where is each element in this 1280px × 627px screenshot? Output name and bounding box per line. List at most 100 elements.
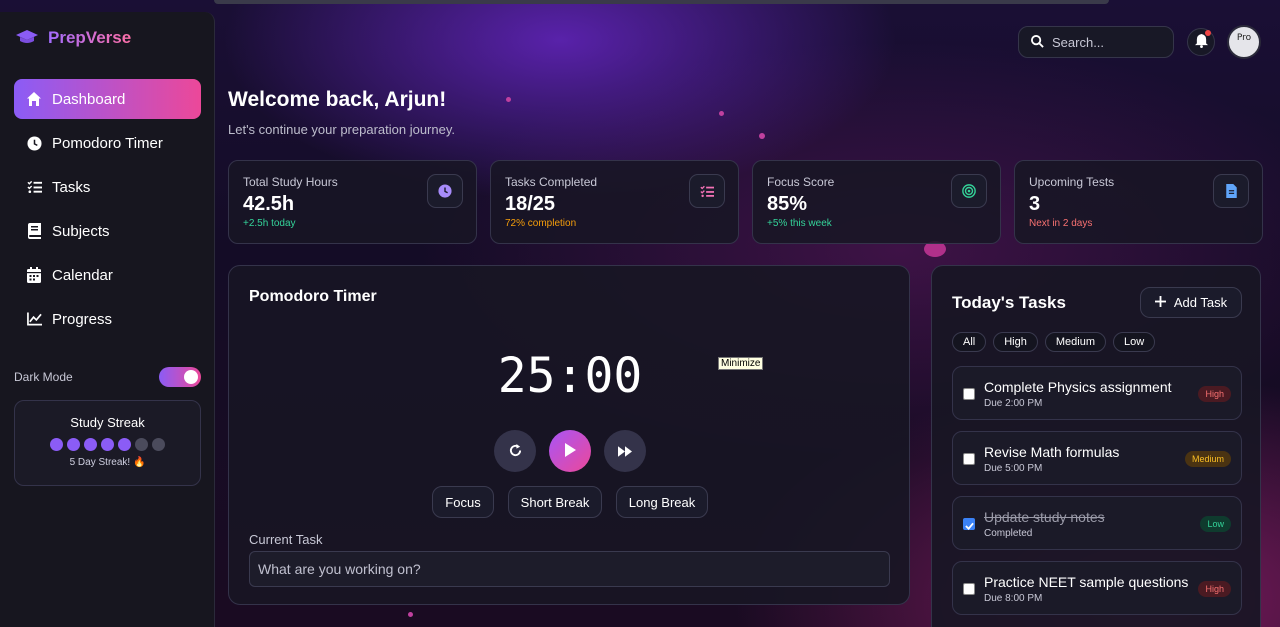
stat-note: Next in 2 days (1029, 218, 1093, 229)
sidebar-item-label: Tasks (52, 178, 91, 196)
notification-badge (1205, 30, 1211, 36)
refresh-icon (509, 442, 522, 461)
logo[interactable]: PrepVerse (16, 28, 131, 48)
task-title: Complete Physics assignment (984, 379, 1172, 395)
filter-all[interactable]: All (952, 332, 987, 352)
fast-forward-icon (618, 442, 632, 461)
document-icon (1213, 174, 1249, 208)
current-task-label: Current Task (249, 532, 323, 547)
task-due: Completed (984, 528, 1033, 539)
sidebar-item-label: Subjects (52, 222, 110, 240)
todays-tasks-panel: Today's Tasks Add Task All High Medium L… (931, 265, 1261, 627)
list-check-icon (689, 174, 725, 208)
sidebar-nav: Dashboard Pomodoro Timer Tasks Subjects … (14, 79, 201, 343)
checkmark-icon (964, 515, 974, 534)
stat-card-focus-score: Focus Score 85% +5% this week (752, 160, 1001, 244)
sidebar-item-subjects[interactable]: Subjects (14, 211, 201, 251)
stat-label: Total Study Hours (243, 175, 338, 189)
stat-card-tasks-completed: Tasks Completed 18/25 72% completion (490, 160, 739, 244)
task-title: Revise Math formulas (984, 444, 1120, 460)
play-button[interactable] (549, 430, 591, 472)
task-checkbox[interactable] (963, 518, 975, 530)
stat-label: Upcoming Tests (1029, 175, 1115, 189)
page-subtitle: Let's continue your preparation journey. (228, 122, 455, 137)
plus-icon (1154, 295, 1166, 310)
search-input[interactable] (1052, 34, 1162, 50)
filter-high[interactable]: High (993, 332, 1038, 352)
task-checkbox[interactable] (963, 388, 975, 400)
stat-value: 42.5h (243, 193, 295, 215)
play-icon (564, 442, 576, 461)
stat-card-study-hours: Total Study Hours 42.5h +2.5h today (228, 160, 477, 244)
streak-day-dot (152, 438, 165, 451)
task-filters: All High Medium Low (952, 332, 1156, 352)
add-task-button[interactable]: Add Task (1140, 287, 1242, 318)
stat-value: 85% (767, 193, 808, 215)
streak-subtitle: 5 Day Streak! 🔥 (69, 457, 146, 468)
priority-badge: High (1198, 386, 1231, 402)
home-icon (26, 91, 42, 107)
skip-button[interactable] (604, 430, 646, 472)
pomodoro-title: Pomodoro Timer (249, 288, 377, 305)
task-item[interactable]: Revise Math formulas Due 5:00 PM Medium (952, 431, 1242, 485)
list-check-icon (26, 179, 42, 195)
filter-medium[interactable]: Medium (1044, 332, 1106, 352)
priority-badge: Low (1200, 516, 1231, 532)
calendar-icon (26, 267, 42, 283)
decor-dot (719, 111, 724, 116)
task-item[interactable]: Update study notes Completed Low (952, 496, 1242, 550)
sidebar-item-label: Dashboard (52, 90, 126, 108)
graduation-cap-icon (16, 29, 38, 48)
browser-scrollbar (214, 0, 1109, 4)
task-checkbox[interactable] (963, 583, 975, 595)
stat-label: Tasks Completed (505, 175, 598, 189)
streak-title: Study Streak (70, 415, 145, 430)
priority-badge: Medium (1184, 451, 1231, 467)
stat-note: 72% completion (505, 218, 577, 229)
sidebar-item-label: Progress (52, 310, 113, 328)
streak-day-dot (84, 438, 97, 451)
book-icon (26, 223, 42, 239)
sidebar-item-tasks[interactable]: Tasks (14, 167, 201, 207)
sidebar-item-calendar[interactable]: Calendar (14, 255, 201, 295)
task-item[interactable]: Practice NEET sample questions Due 8:00 … (952, 561, 1242, 615)
add-task-label: Add Task (1173, 295, 1228, 310)
clock-icon (427, 174, 463, 208)
dark-mode-toggle[interactable] (159, 367, 201, 387)
study-streak-card: Study Streak 5 Day Streak! 🔥 (14, 400, 201, 486)
streak-day-dot (135, 438, 148, 451)
current-task-input[interactable] (249, 551, 890, 587)
tasks-title: Today's Tasks (952, 293, 1066, 312)
mode-focus-button[interactable]: Focus (432, 486, 494, 518)
sidebar-item-label: Pomodoro Timer (52, 134, 163, 152)
notifications-button[interactable] (1187, 28, 1215, 56)
sidebar-item-dashboard[interactable]: Dashboard (14, 79, 201, 119)
chart-line-icon (26, 311, 42, 327)
sidebar-item-progress[interactable]: Progress (14, 299, 201, 339)
priority-badge: High (1198, 581, 1231, 597)
search-box[interactable] (1018, 26, 1174, 58)
reset-button[interactable] (494, 430, 536, 472)
avatar[interactable]: Pro (1227, 25, 1261, 59)
mode-long-break-button[interactable]: Long Break (616, 486, 708, 518)
sidebar-item-label: Calendar (52, 266, 113, 284)
decor-dot (408, 612, 413, 617)
minimize-tooltip: Minimize (718, 357, 764, 370)
task-item[interactable]: Complete Physics assignment Due 2:00 PM … (952, 366, 1242, 420)
streak-day-dot (50, 438, 63, 451)
task-title: Update study notes (984, 509, 1105, 525)
sidebar-item-pomodoro-timer[interactable]: Pomodoro Timer (14, 123, 201, 163)
task-title: Practice NEET sample questions (984, 574, 1189, 590)
filter-low[interactable]: Low (1112, 332, 1156, 352)
streak-dots (15, 438, 200, 451)
stat-label: Focus Score (767, 175, 835, 189)
dark-mode-label: Dark Mode (14, 370, 73, 384)
page-title: Welcome back, Arjun! (228, 88, 447, 111)
streak-day-dot (101, 438, 114, 451)
mode-short-break-button[interactable]: Short Break (508, 486, 602, 518)
task-checkbox[interactable] (963, 453, 975, 465)
task-due: Due 8:00 PM (984, 593, 1043, 604)
stat-value: 18/25 (505, 193, 556, 215)
pomodoro-panel: Pomodoro Timer 25:00 Minimize Focus Shor… (228, 265, 910, 605)
task-due: Due 2:00 PM (984, 398, 1043, 409)
